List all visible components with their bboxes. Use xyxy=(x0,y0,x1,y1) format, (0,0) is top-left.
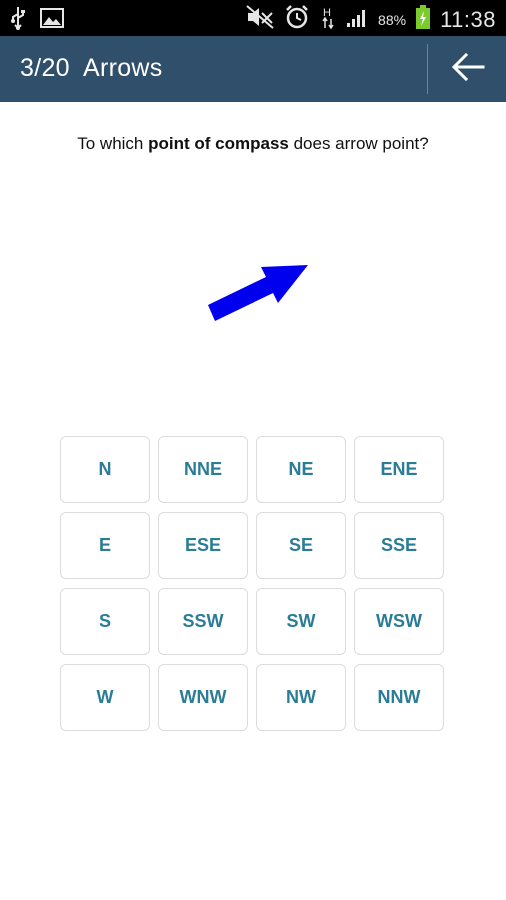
answer-option-ne[interactable]: NE xyxy=(256,436,346,503)
compass-arrow xyxy=(190,250,320,330)
status-left-icons xyxy=(10,6,64,35)
usb-icon xyxy=(10,6,26,35)
action-bar-divider xyxy=(427,44,428,94)
answer-option-ene[interactable]: ENE xyxy=(354,436,444,503)
answer-option-s[interactable]: S xyxy=(60,588,150,655)
answer-option-se[interactable]: SE xyxy=(256,512,346,579)
hsdpa-icon: H xyxy=(320,4,336,35)
status-bar: H 88% 11:38 xyxy=(0,0,506,36)
battery-charging-icon xyxy=(416,5,431,34)
status-right-icons: H 88% 11:38 xyxy=(246,4,496,35)
answer-option-nne[interactable]: NNE xyxy=(158,436,248,503)
mute-icon xyxy=(246,5,274,34)
alarm-icon xyxy=(284,4,310,35)
answer-option-nw[interactable]: NW xyxy=(256,664,346,731)
answer-option-wnw[interactable]: WNW xyxy=(158,664,248,731)
answer-grid: N NNE NE ENE E ESE SE SSE S SSW SW WSW W WNW NW NNW xyxy=(60,436,444,731)
answer-option-ese[interactable]: ESE xyxy=(158,512,248,579)
answer-option-n[interactable]: N xyxy=(60,436,150,503)
answer-option-sse[interactable]: SSE xyxy=(354,512,444,579)
signal-icon xyxy=(346,6,368,33)
back-arrow-icon xyxy=(451,52,485,87)
answer-option-ssw[interactable]: SSW xyxy=(158,588,248,655)
page-title: 3/20 Arrows xyxy=(20,54,163,82)
question-emphasis: point of compass xyxy=(148,134,289,153)
clock: 11:38 xyxy=(440,6,496,32)
battery-percent: 88% xyxy=(378,11,407,28)
answer-option-w[interactable]: W xyxy=(60,664,150,731)
answer-option-wsw[interactable]: WSW xyxy=(354,588,444,655)
action-bar: 3/20 Arrows xyxy=(0,36,506,102)
answer-option-sw[interactable]: SW xyxy=(256,588,346,655)
question-suffix: does arrow point? xyxy=(288,134,429,153)
answer-option-nnw[interactable]: NNW xyxy=(354,664,444,731)
image-icon xyxy=(40,7,64,34)
svg-text:H: H xyxy=(323,7,331,19)
question-text: To which point of compass does arrow poi… xyxy=(0,134,506,154)
arrow-icon xyxy=(208,265,308,321)
answer-option-e[interactable]: E xyxy=(60,512,150,579)
question-prefix: To which xyxy=(77,134,149,153)
back-button[interactable] xyxy=(430,36,506,102)
